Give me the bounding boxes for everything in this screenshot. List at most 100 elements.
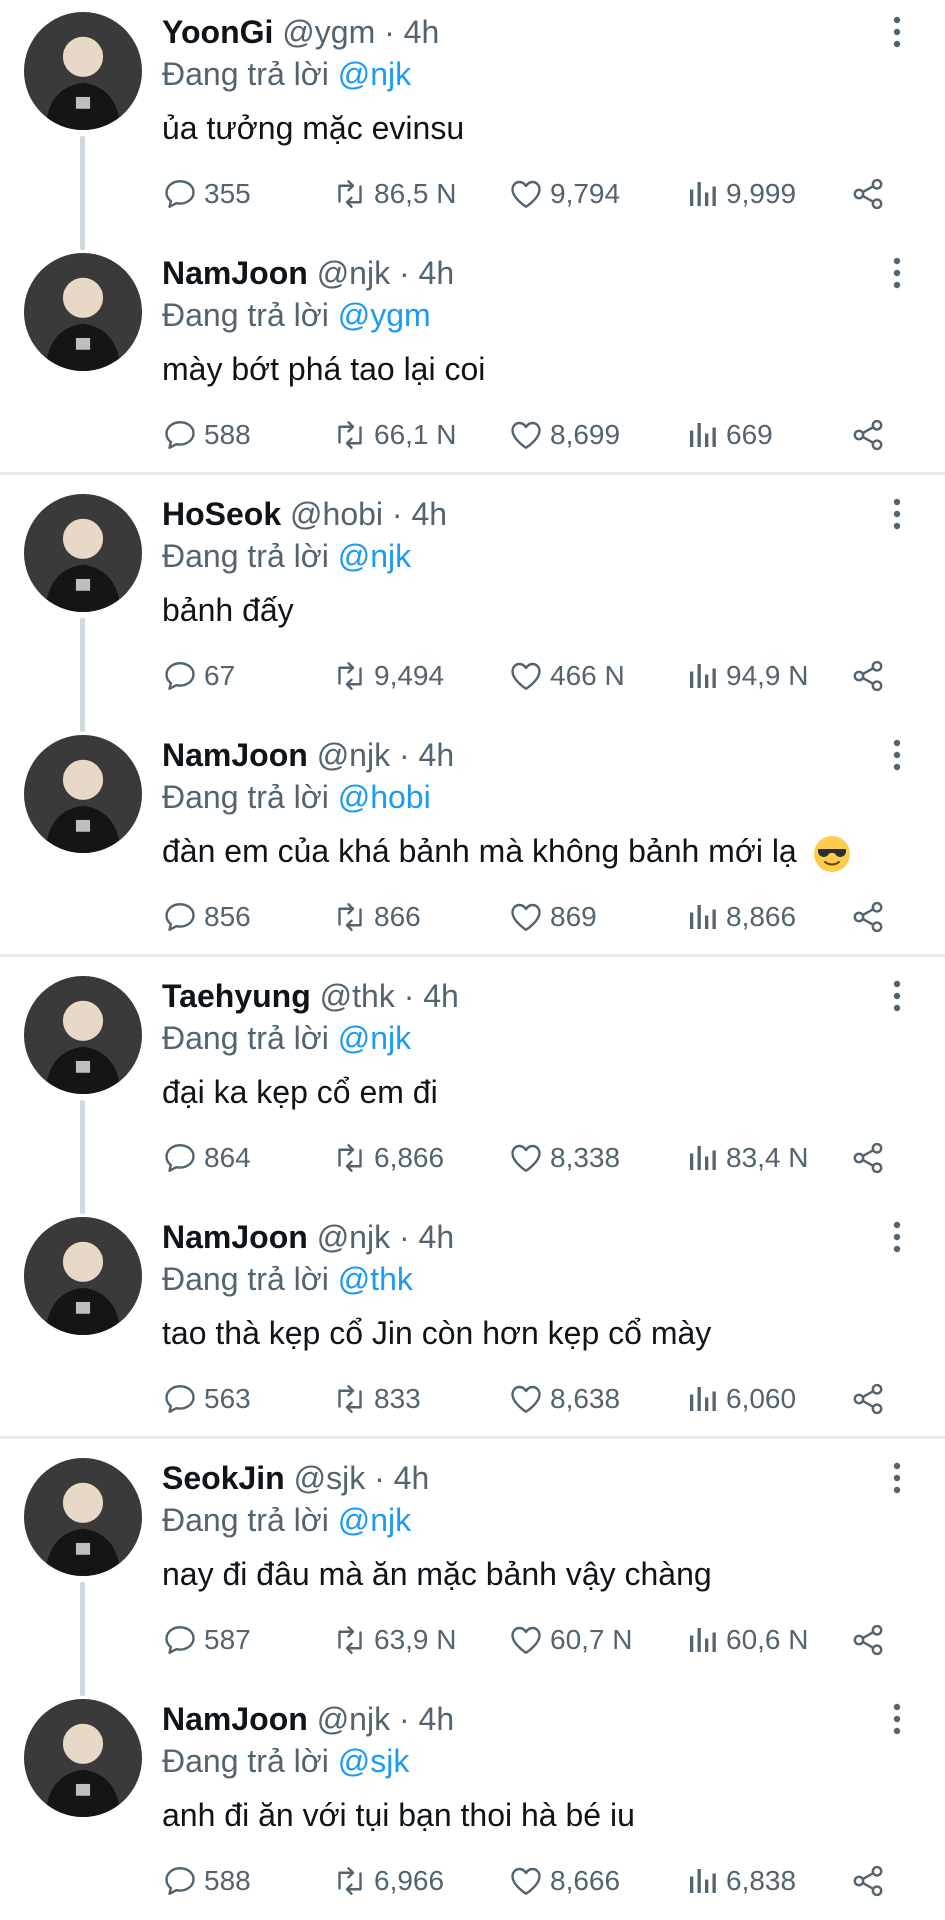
views-button[interactable]: 8,866 (684, 895, 796, 939)
like-button[interactable]: 9,794 (508, 172, 620, 216)
heart-icon (511, 1626, 541, 1654)
reply-icon (165, 662, 195, 690)
share-button[interactable] (850, 1136, 892, 1180)
tweet[interactable]: Taehyung @thk · 4h Đang trả lời @njk đại… (0, 964, 945, 1214)
thread-block: SeokJin @sjk · 4h Đang trả lời @njk nay … (0, 1446, 945, 1920)
reply-icon (165, 1144, 195, 1172)
mention-link[interactable]: @njk (338, 1020, 411, 1056)
more-options-icon[interactable] (885, 978, 909, 1014)
like-button[interactable]: 8,666 (508, 1859, 620, 1903)
tweet-text: nay đi đâu mà ăn mặc bảnh vậy chàng (162, 1554, 712, 1594)
replying-to: Đang trả lời @njk (162, 536, 411, 576)
heart-icon (511, 180, 541, 208)
tweet[interactable]: NamJoon @njk · 4h Đang trả lời @sjk anh … (0, 1687, 945, 1920)
avatar[interactable] (24, 494, 142, 612)
more-options-icon[interactable] (885, 737, 909, 773)
more-options-icon[interactable] (885, 1460, 909, 1496)
tweet[interactable]: HoSeok @hobi · 4h Đang trả lời @njk bảnh… (0, 482, 945, 732)
like-count: 869 (550, 901, 597, 932)
views-count: 6,838 (726, 1865, 797, 1896)
like-button[interactable]: 8,338 (508, 1136, 620, 1180)
avatar[interactable] (24, 1458, 142, 1576)
share-button[interactable] (850, 413, 892, 457)
tweet[interactable]: YoonGi @ygm · 4h Đang trả lời @njk ủa tư… (0, 0, 945, 250)
avatar[interactable] (24, 735, 142, 853)
avatar[interactable] (24, 976, 142, 1094)
retweet-button[interactable]: 6,866 (332, 1136, 444, 1180)
reply-button[interactable]: 67 (162, 654, 235, 698)
more-options-icon[interactable] (885, 496, 909, 532)
views-button[interactable]: 83,4 N (684, 1136, 809, 1180)
like-count: 8,699 (550, 419, 621, 450)
like-button[interactable]: 869 (508, 895, 597, 939)
mention-link[interactable]: @njk (338, 1502, 411, 1538)
share-icon (853, 1383, 883, 1415)
share-button[interactable] (850, 1618, 892, 1662)
mention-link[interactable]: @ygm (338, 297, 431, 333)
retweet-button[interactable]: 63,9 N (332, 1618, 457, 1662)
display-name[interactable]: NamJoon (162, 1701, 308, 1737)
views-button[interactable]: 60,6 N (684, 1618, 809, 1662)
avatar[interactable] (24, 253, 142, 371)
like-count: 466 N (550, 660, 625, 691)
tweet-text: anh đi ăn với tụi bạn thoi hà bé iu (162, 1795, 635, 1835)
mention-link[interactable]: @hobi (338, 779, 431, 815)
tweet[interactable]: NamJoon @njk · 4h Đang trả lời @ygm mày … (0, 241, 945, 482)
display-name[interactable]: HoSeok (162, 496, 281, 532)
display-name[interactable]: YoonGi (162, 14, 273, 50)
avatar[interactable] (24, 1699, 142, 1817)
reply-button[interactable]: 864 (162, 1136, 251, 1180)
retweet-button[interactable]: 9,494 (332, 654, 444, 698)
retweet-button[interactable]: 6,966 (332, 1859, 444, 1903)
more-options-icon[interactable] (885, 14, 909, 50)
reply-button[interactable]: 588 (162, 413, 251, 457)
like-count: 9,794 (550, 178, 621, 209)
replying-to: Đang trả lời @hobi (162, 777, 431, 817)
reply-button[interactable]: 355 (162, 172, 251, 216)
like-button[interactable]: 8,638 (508, 1377, 620, 1421)
tweet-actions: 588 6,966 8,666 6,838 (162, 1859, 907, 1903)
views-button[interactable]: 6,838 (684, 1859, 796, 1903)
reply-button[interactable]: 563 (162, 1377, 251, 1421)
tweet[interactable]: SeokJin @sjk · 4h Đang trả lời @njk nay … (0, 1446, 945, 1696)
views-button[interactable]: 9,999 (684, 172, 796, 216)
retweet-icon (338, 1626, 362, 1654)
views-button[interactable]: 6,060 (684, 1377, 796, 1421)
like-button[interactable]: 466 N (508, 654, 625, 698)
retweet-button[interactable]: 866 (332, 895, 421, 939)
display-name[interactable]: NamJoon (162, 1219, 308, 1255)
display-name[interactable]: SeokJin (162, 1460, 285, 1496)
tweet[interactable]: NamJoon @njk · 4h Đang trả lời @hobi đàn… (0, 723, 945, 964)
views-button[interactable]: 94,9 N (684, 654, 809, 698)
like-button[interactable]: 8,699 (508, 413, 620, 457)
share-button[interactable] (850, 1377, 892, 1421)
share-button[interactable] (850, 172, 892, 216)
views-button[interactable]: 669 (684, 413, 773, 457)
tweet-actions: 856 866 869 8,866 (162, 895, 907, 939)
like-button[interactable]: 60,7 N (508, 1618, 633, 1662)
mention-link[interactable]: @thk (338, 1261, 413, 1297)
share-button[interactable] (850, 654, 892, 698)
retweet-button[interactable]: 66,1 N (332, 413, 457, 457)
mention-link[interactable]: @njk (338, 56, 411, 92)
replying-to-label: Đang trả lời (162, 1261, 329, 1297)
avatar[interactable] (24, 1217, 142, 1335)
share-button[interactable] (850, 1859, 892, 1903)
reply-button[interactable]: 587 (162, 1618, 251, 1662)
display-name[interactable]: Taehyung (162, 978, 311, 1014)
mention-link[interactable]: @njk (338, 538, 411, 574)
retweet-button[interactable]: 86,5 N (332, 172, 457, 216)
display-name[interactable]: NamJoon (162, 255, 308, 291)
display-name[interactable]: NamJoon (162, 737, 308, 773)
more-options-icon[interactable] (885, 1219, 909, 1255)
reply-button[interactable]: 856 (162, 895, 251, 939)
mention-link[interactable]: @sjk (338, 1743, 410, 1779)
reply-button[interactable]: 588 (162, 1859, 251, 1903)
retweet-button[interactable]: 833 (332, 1377, 421, 1421)
handle-and-time: @njk · 4h (316, 1219, 455, 1255)
more-options-icon[interactable] (885, 1701, 909, 1737)
share-button[interactable] (850, 895, 892, 939)
more-options-icon[interactable] (885, 255, 909, 291)
tweet[interactable]: NamJoon @njk · 4h Đang trả lời @thk tao … (0, 1205, 945, 1446)
avatar[interactable] (24, 12, 142, 130)
